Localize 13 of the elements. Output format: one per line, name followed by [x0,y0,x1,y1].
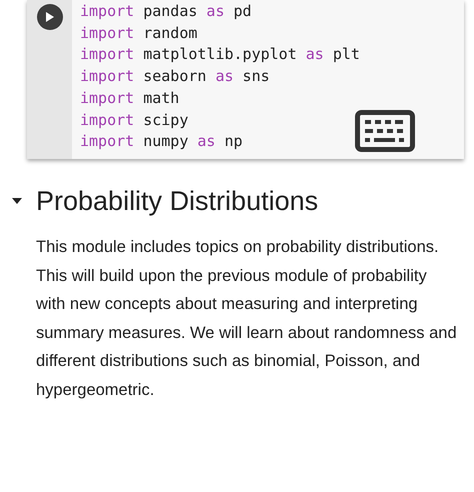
caret-icon [12,198,22,204]
code-line: import seaborn as sns [80,66,271,88]
code-line: import pandas as pd [80,1,253,22]
code-line: import matplotlib.pyplot as plt [80,44,360,66]
code-line: import numpy as np [80,131,244,152]
section-description: This module includes topics on probability distributions. This will build upon the previous module of probability with new concepts about measuring and interpreting summary measures. We will learn about randomness and different distributions such as binomial, Poisson, and hypergeometric. [36,236,458,401]
code-line: import math [80,88,180,109]
code-line: import scipy [80,110,190,131]
run-button[interactable] [36,4,62,30]
play-icon [46,12,54,22]
code-line: import random [80,22,198,44]
section-heading: Probability Distributions [36,184,318,218]
keyboard-icon[interactable] [355,110,415,152]
